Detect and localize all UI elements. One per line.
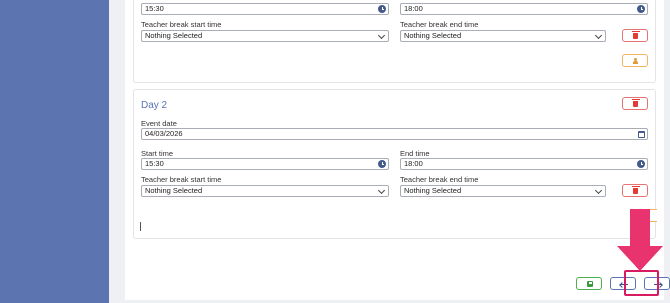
day-1-break-start-label: Teacher break start time bbox=[141, 20, 222, 29]
clock-icon bbox=[637, 5, 645, 13]
clock-icon bbox=[637, 160, 645, 168]
day-2-title: Day 2 bbox=[141, 100, 168, 111]
day-1-start-time-input[interactable]: 15:30 bbox=[141, 3, 389, 15]
event-date-label: Event date bbox=[141, 119, 177, 128]
day-1-break-end-select[interactable]: Nothing Selected bbox=[400, 30, 606, 42]
start-time-label: Start time bbox=[141, 149, 174, 158]
day-2-delete-button[interactable] bbox=[622, 97, 648, 110]
day-2-delete-break-button[interactable] bbox=[622, 184, 648, 197]
floppy-disk-icon bbox=[587, 281, 593, 287]
annotation-highlight-box bbox=[624, 270, 659, 296]
chevron-down-icon bbox=[594, 31, 603, 40]
day-1-card: 15:30 18:00 Teacher break start time Tea… bbox=[133, 0, 656, 83]
annotation-arrow-icon bbox=[617, 209, 663, 271]
day-1-break-end-label: Teacher break end time bbox=[400, 20, 479, 29]
trash-icon bbox=[631, 98, 640, 107]
chevron-down-icon bbox=[377, 186, 386, 195]
clock-icon bbox=[378, 5, 386, 13]
end-time-label: End time bbox=[400, 149, 430, 158]
break-start-label: Teacher break start time bbox=[141, 175, 222, 184]
chevron-down-icon bbox=[594, 186, 603, 195]
trash-icon bbox=[631, 30, 640, 39]
trash-icon bbox=[631, 185, 640, 194]
text-cursor bbox=[140, 222, 141, 231]
day-1-delete-break-button[interactable] bbox=[622, 29, 648, 42]
user-group-icon bbox=[633, 58, 640, 64]
day-1-end-time-input[interactable]: 18:00 bbox=[400, 3, 648, 15]
chevron-down-icon bbox=[377, 31, 386, 40]
end-time-input[interactable]: 18:00 bbox=[400, 158, 648, 170]
sidebar bbox=[0, 0, 109, 303]
break-start-select[interactable]: Nothing Selected bbox=[141, 185, 389, 197]
clock-icon bbox=[378, 160, 386, 168]
main-content: 15:30 18:00 Teacher break start time Tea… bbox=[109, 0, 670, 303]
break-end-label: Teacher break end time bbox=[400, 175, 479, 184]
day-1-break-start-select[interactable]: Nothing Selected bbox=[141, 30, 389, 42]
save-button[interactable] bbox=[576, 277, 602, 290]
event-days-panel: 15:30 18:00 Teacher break start time Tea… bbox=[125, 0, 670, 300]
calendar-icon bbox=[638, 130, 645, 138]
event-date-input[interactable]: 04/03/2026 bbox=[141, 128, 648, 140]
break-end-select[interactable]: Nothing Selected bbox=[400, 185, 606, 197]
start-time-input[interactable]: 15:30 bbox=[141, 158, 389, 170]
day-2-card: Day 2 Event date 04/03/2026 Start time E… bbox=[133, 89, 657, 239]
day-1-teacher-button[interactable] bbox=[622, 54, 648, 67]
